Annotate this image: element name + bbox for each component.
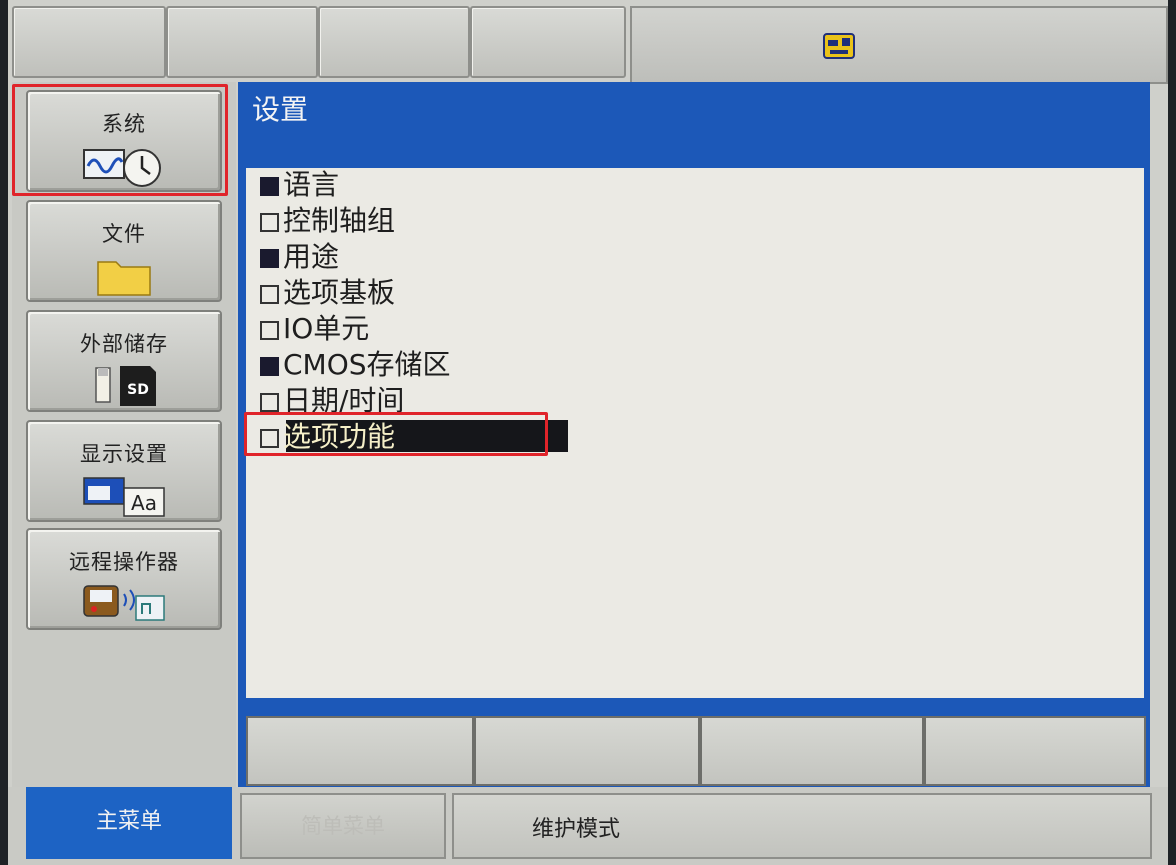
list-item-option-board[interactable]: 选项基板 [260, 276, 395, 310]
empty-square-icon [260, 213, 279, 232]
filled-square-icon [260, 357, 279, 376]
list-item-application[interactable]: 用途 [260, 240, 339, 274]
robot-status-icon [823, 33, 855, 59]
option-function-highlight-box [244, 412, 548, 456]
list-item-io-unit[interactable]: IO单元 [260, 312, 369, 346]
svg-text:Aa: Aa [131, 491, 157, 515]
filled-square-icon [260, 177, 279, 196]
list-item-label: 语言 [283, 168, 340, 201]
filled-square-icon [260, 249, 279, 268]
sidebar-item-display-settings[interactable]: 显示设置 Aa [26, 420, 222, 522]
sidebar-item-label: 外部储存 [80, 332, 168, 356]
sidebar-item-remote-operator[interactable]: 远程操作器 [26, 528, 222, 630]
function-button-4[interactable] [924, 716, 1146, 786]
sidebar-item-label: 远程操作器 [69, 550, 179, 574]
list-item-language[interactable]: 语言 [260, 168, 339, 202]
list-item-label: 选项基板 [283, 276, 396, 309]
page-title: 设置 [252, 93, 309, 126]
teach-pendant-screen: 系统 文件 外部储存 SD 显示设置 Aa 远程操作器 设置 语言 控制轴组 用… [8, 0, 1168, 865]
folder-icon [97, 261, 151, 296]
mode-label: 维护模式 [532, 817, 621, 842]
list-item-label: IO单元 [283, 312, 370, 345]
sidebar-item-label: 显示设置 [80, 442, 168, 466]
empty-square-icon [260, 321, 279, 340]
usb-sd-card-icon: SD [95, 366, 156, 406]
top-status-area [630, 6, 1168, 84]
top-tab-1[interactable] [12, 6, 166, 78]
top-tab-4[interactable] [470, 6, 626, 78]
svg-text:SD: SD [127, 382, 149, 398]
system-highlight-box [12, 84, 228, 196]
sidebar-item-label: 文件 [102, 222, 146, 246]
top-tab-3[interactable] [318, 6, 470, 78]
list-item-label: 用途 [283, 240, 340, 273]
list-item-label: 控制轴组 [283, 204, 396, 237]
mode-indicator: 维护模式 [452, 793, 1152, 859]
main-menu-button[interactable]: 主菜单 [26, 787, 232, 859]
empty-square-icon [260, 285, 279, 304]
function-button-2[interactable] [474, 716, 700, 786]
remote-pendant-icon [83, 585, 165, 621]
simple-menu-button[interactable]: 简单菜单 [240, 793, 446, 859]
top-tab-2[interactable] [166, 6, 318, 78]
function-button-row [238, 706, 1150, 794]
settings-panel: 设置 语言 控制轴组 用途 选项基板 IO单元 CMOS存储区 日期/时间 选项… [238, 82, 1150, 706]
function-button-3[interactable] [700, 716, 924, 786]
sidebar-item-external-storage[interactable]: 外部储存 SD [26, 310, 222, 412]
list-item-control-axis-group[interactable]: 控制轴组 [260, 204, 395, 238]
sidebar-item-file[interactable]: 文件 [26, 200, 222, 302]
list-item-label: CMOS存储区 [283, 348, 451, 381]
display-font-icon: Aa [83, 477, 165, 517]
list-item-cmos-storage[interactable]: CMOS存储区 [260, 348, 451, 382]
empty-square-icon [260, 393, 279, 412]
status-bar: 主菜单 简单菜单 维护模式 [8, 787, 1168, 865]
function-button-1[interactable] [246, 716, 474, 786]
